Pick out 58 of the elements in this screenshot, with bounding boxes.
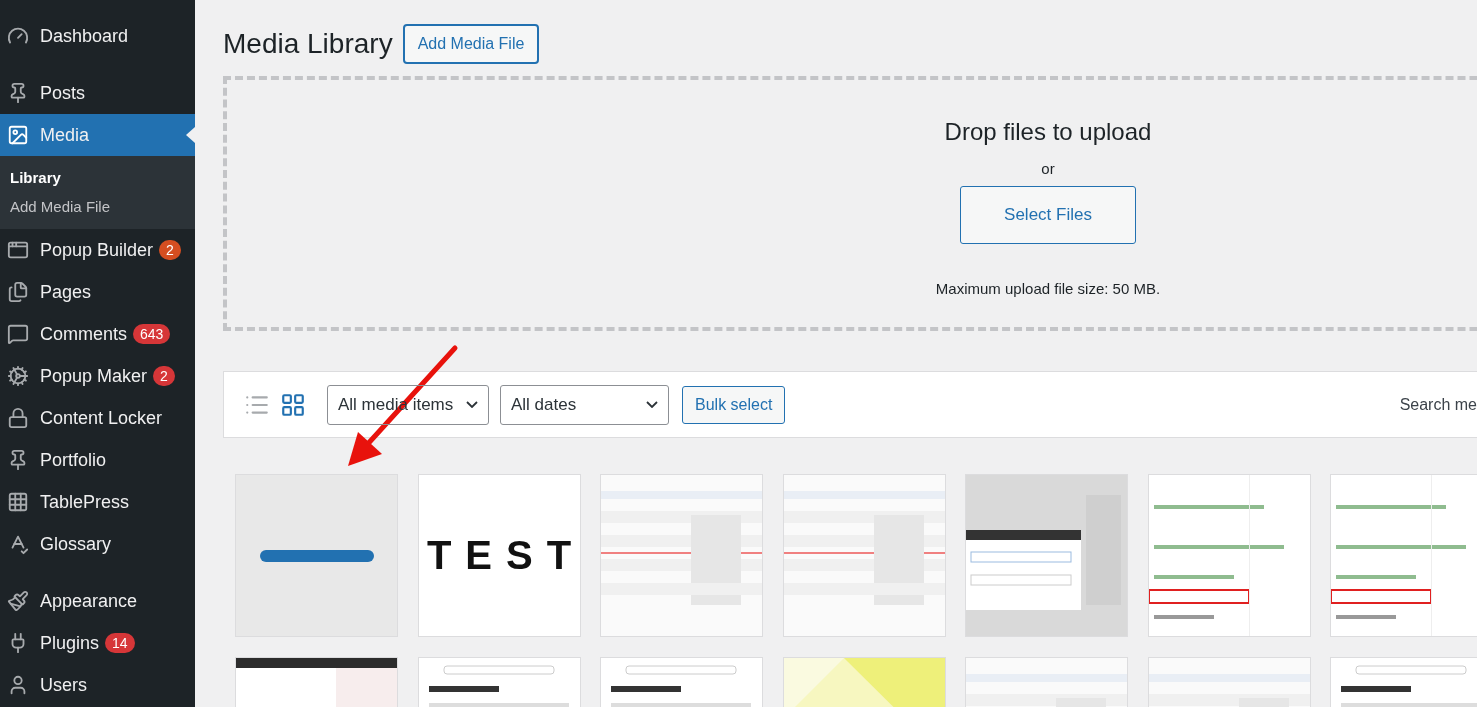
page-title: Media Library <box>223 28 393 60</box>
sidebar-item[interactable]: Posts <box>0 72 195 114</box>
sidebar-item[interactable]: Pages <box>0 271 195 313</box>
submenu-item[interactable]: Library <box>0 163 195 192</box>
menu-label: Dashboard <box>40 25 129 47</box>
add-media-button[interactable]: Add Media File <box>402 24 540 64</box>
sidebar-item[interactable]: Dashboard <box>0 15 195 57</box>
grid-view-icon[interactable] <box>280 391 306 418</box>
sidebar-item[interactable]: Popup Maker 2 <box>0 355 195 397</box>
menu-label: Posts <box>40 82 86 104</box>
upload-dropzone[interactable]: Drop files to upload or Select Files Maximum upload file size: 50 MB. <box>223 76 1477 331</box>
menu-label: Pages <box>40 281 92 303</box>
submenu-item[interactable]: Add Media File <box>0 192 195 221</box>
count-badge: 14 <box>105 633 135 653</box>
menu-label: Plugins <box>40 632 100 654</box>
upload-limit-text: Maximum upload file size: 50 MB. <box>935 280 1161 297</box>
sidebar-item[interactable]: Glossary <box>0 523 195 565</box>
sidebar-item[interactable]: Popup Builder 2 <box>0 229 195 271</box>
menu-icon <box>7 407 29 429</box>
chevron-icon <box>646 401 658 408</box>
sidebar-item[interactable]: Comments 643 <box>0 313 195 355</box>
count-badge: 643 <box>133 324 171 344</box>
menu-icon <box>7 239 29 261</box>
menu-label: Popup Builder <box>40 239 154 261</box>
sidebar-item[interactable]: Users <box>0 664 195 706</box>
menu-label: Media <box>40 124 90 146</box>
menu-label: Content Locker <box>40 407 163 429</box>
menu-icon <box>7 124 29 146</box>
menu-label: TablePress <box>40 491 130 513</box>
menu-label: Glossary <box>40 533 111 555</box>
menu-icon <box>7 590 29 612</box>
filter-dropdown[interactable]: All dates <box>500 384 669 425</box>
select-files-button[interactable]: Select Files <box>960 186 1136 244</box>
bulk-select-button[interactable]: Bulk select <box>682 385 786 424</box>
sidebar-item[interactable]: TablePress <box>0 481 195 523</box>
or-text: or <box>1041 160 1055 177</box>
sidebar-item[interactable]: Appearance <box>0 580 195 622</box>
count-badge: 2 <box>159 240 181 260</box>
sidebar-item[interactable]: Plugins 14 <box>0 622 195 664</box>
search-label: Search me <box>1399 395 1477 414</box>
menu-label: Users <box>40 674 87 696</box>
dropzone-heading: Drop files to upload <box>944 118 1152 146</box>
menu-icon <box>7 323 29 345</box>
sidebar-item[interactable]: Media <box>0 114 195 156</box>
menu-label: Comments <box>40 323 128 345</box>
menu-icon <box>7 281 29 303</box>
menu-label: Portfolio <box>40 449 107 471</box>
menu-icon <box>7 365 29 387</box>
menu-label: Appearance <box>40 590 138 612</box>
chevron-icon <box>466 401 478 408</box>
thumbnail-text: TEST <box>426 533 580 578</box>
menu-icon <box>7 491 29 513</box>
current-indicator <box>186 127 195 143</box>
sidebar-item[interactable]: Content Locker <box>0 397 195 439</box>
sidebar-item[interactable]: Portfolio <box>0 439 195 481</box>
count-badge: 2 <box>153 366 175 386</box>
media-thumbnail[interactable]: TEST <box>417 474 581 637</box>
menu-label: Popup Maker <box>40 365 148 387</box>
